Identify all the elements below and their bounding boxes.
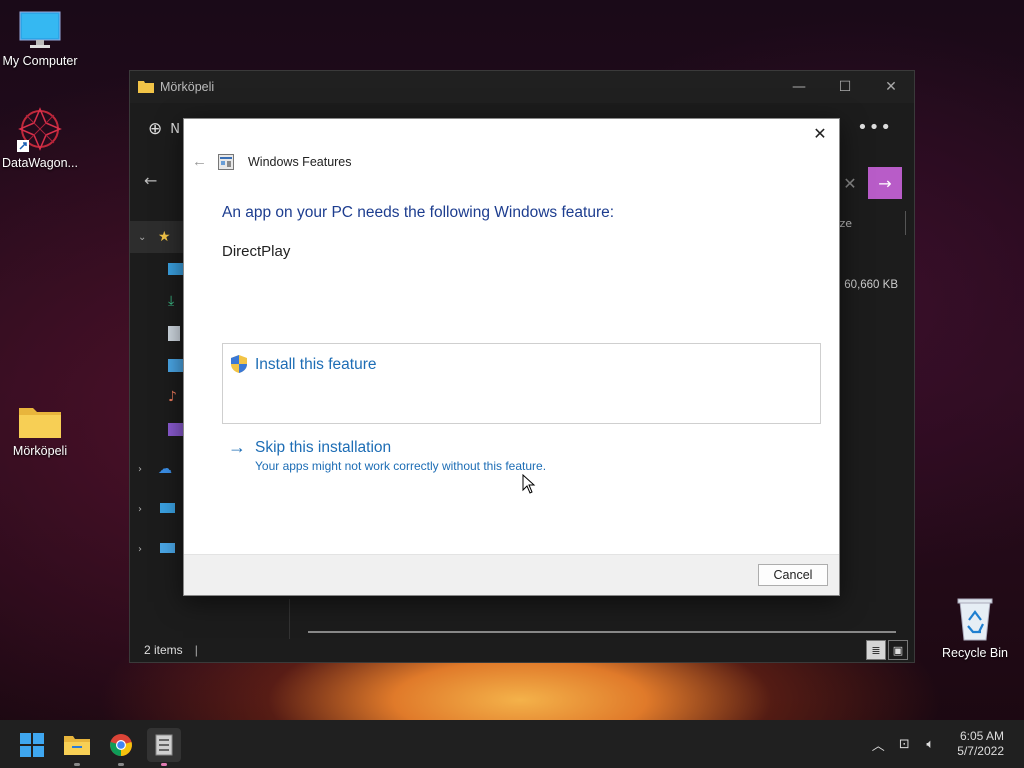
clock-date: 5/7/2022 <box>957 744 1004 758</box>
desktop-icon <box>168 263 184 275</box>
folder-icon <box>64 736 90 755</box>
desktop-icon-morkopeli[interactable]: Mörköpeli <box>0 404 80 458</box>
star-icon: ★ <box>158 229 171 245</box>
folder-icon <box>19 408 61 438</box>
skip-installation-description: Your apps might not work correctly witho… <box>255 459 547 473</box>
installer-icon <box>155 734 173 756</box>
mouse-cursor-icon <box>522 474 536 494</box>
video-icon <box>168 422 183 436</box>
new-button[interactable]: ⊕ N <box>148 119 180 139</box>
taskbar-installer-app[interactable] <box>147 728 181 766</box>
network-icon <box>160 542 175 553</box>
uac-shield-icon <box>231 355 247 373</box>
cancel-button[interactable]: Cancel <box>758 564 828 586</box>
clock[interactable]: 6:05 AM 5/7/2022 <box>943 729 1024 759</box>
chevron-right-icon: › <box>138 463 142 475</box>
system-tray: ︿ ⊡ 🔈︎ 6:05 AM 5/7/2022 <box>865 720 1024 768</box>
status-bar: 2 items | <box>130 638 914 662</box>
monitor-icon <box>19 11 61 48</box>
taskbar: ︿ ⊡ 🔈︎ 6:05 AM 5/7/2022 <box>0 720 1024 768</box>
chrome-icon <box>110 734 132 756</box>
column-header-size[interactable]: ze <box>839 217 852 230</box>
clear-search-icon[interactable]: ✕ <box>838 169 862 197</box>
chevron-right-icon: › <box>138 503 142 515</box>
pane-divider[interactable] <box>289 599 290 639</box>
desktop-icon-label: Mörköpeli <box>12 444 68 458</box>
desktop-icon-label: DataWagon... <box>2 156 78 170</box>
file-size-value: 60,660 KB <box>844 279 898 291</box>
back-arrow-icon[interactable]: ← <box>192 153 208 170</box>
desktop-icon-datawagon[interactable]: DataWagon... <box>0 106 80 170</box>
picture-icon <box>168 358 183 372</box>
windows-features-icon <box>218 153 234 170</box>
search-go-button[interactable]: → <box>868 167 902 199</box>
desktop-icon-my-computer[interactable]: My Computer <box>0 10 80 68</box>
music-icon: ♪ <box>168 389 177 405</box>
plus-circle-icon: ⊕ <box>148 119 163 139</box>
datawagon-logo-icon <box>17 107 62 152</box>
status-separator: | <box>194 643 198 657</box>
close-button[interactable]: ✕ <box>868 71 914 103</box>
dialog-message: An app on your PC needs the following Wi… <box>222 204 615 221</box>
skip-installation-link[interactable]: Skip this installation <box>255 439 391 457</box>
details-view-icon[interactable]: ≣ <box>866 640 886 660</box>
volume-icon[interactable]: 🔈︎ <box>917 737 943 752</box>
running-indicator <box>74 763 80 766</box>
dialog-title: Windows Features <box>248 154 352 169</box>
item-count: 2 items <box>144 643 183 657</box>
new-button-label: N <box>170 121 180 137</box>
desktop-icon-recycle-bin[interactable]: Recycle Bin <box>935 596 1015 660</box>
explorer-title: Mörköpeli <box>160 80 215 94</box>
taskbar-file-explorer[interactable] <box>60 728 94 766</box>
cloud-icon: ☁ <box>158 461 172 477</box>
windows-features-dialog: ✕ ← Windows Features An app on your PC n… <box>183 118 840 596</box>
recycle-bin-icon <box>957 598 993 641</box>
close-icon[interactable]: ✕ <box>807 121 833 147</box>
active-indicator <box>161 763 167 766</box>
minimize-button[interactable]: — <box>776 71 822 103</box>
network-icon[interactable]: ⊡ <box>891 737 917 752</box>
start-button[interactable] <box>15 728 49 762</box>
install-feature-option[interactable]: Install this feature <box>222 343 821 424</box>
clock-time: 6:05 AM <box>959 729 1004 743</box>
explorer-titlebar[interactable]: Mörköpeli — ☐ ✕ <box>130 71 914 103</box>
pc-icon <box>160 502 175 513</box>
horizontal-scrollbar[interactable] <box>308 631 896 633</box>
chevron-down-icon: ⌄ <box>138 231 147 243</box>
arrow-right-icon: → <box>228 437 246 457</box>
feature-name: DirectPlay <box>222 243 291 260</box>
desktop-icon-label: Recycle Bin <box>942 646 1008 660</box>
document-icon <box>168 325 180 341</box>
tiles-view-icon[interactable]: ▣ <box>888 640 908 660</box>
back-arrow-icon[interactable]: ← <box>144 171 157 190</box>
running-indicator <box>118 763 124 766</box>
taskbar-chrome[interactable] <box>104 728 138 766</box>
column-divider[interactable] <box>905 211 906 235</box>
chevron-right-icon: › <box>138 543 142 555</box>
maximize-button[interactable]: ☐ <box>822 71 868 103</box>
download-icon: ⤓ <box>168 293 175 309</box>
desktop-icon-label: My Computer <box>2 54 78 68</box>
folder-icon <box>138 81 154 93</box>
dialog-footer: Cancel <box>184 554 839 595</box>
install-feature-link[interactable]: Install this feature <box>255 356 376 374</box>
more-options-icon[interactable]: ••• <box>857 117 892 138</box>
windows-logo-icon <box>20 733 44 757</box>
chevron-up-icon[interactable]: ︿ <box>865 735 891 754</box>
